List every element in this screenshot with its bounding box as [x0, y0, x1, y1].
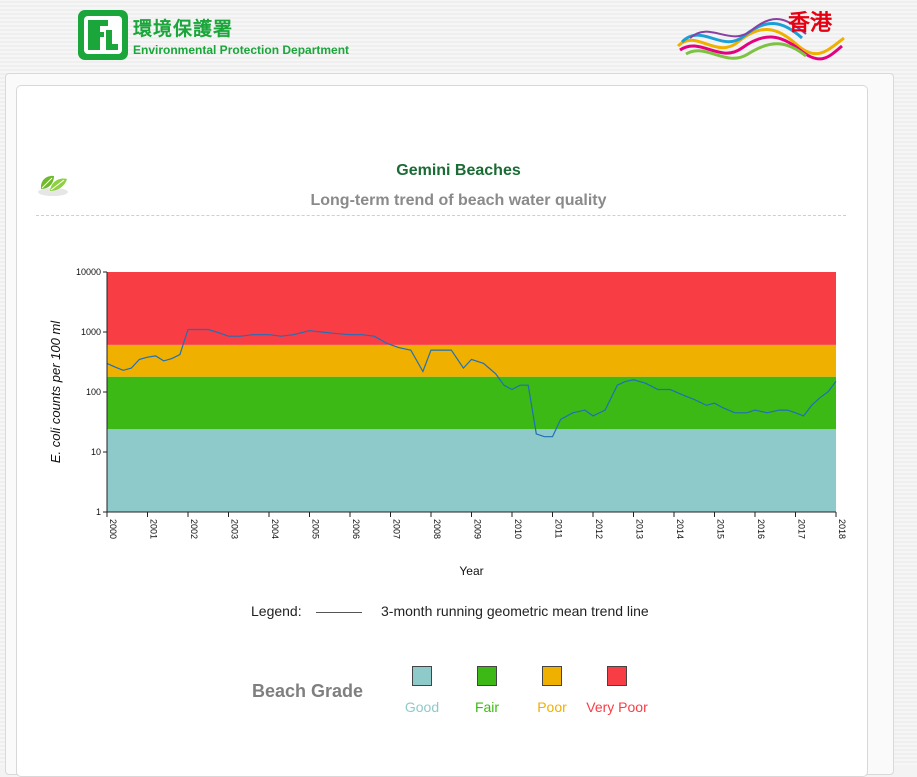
x-tick-label: 2011: [554, 519, 564, 538]
page-title: Gemini Beaches: [396, 162, 521, 179]
grade-very-poor-swatch: [607, 666, 627, 686]
x-tick-label: 2010: [513, 519, 523, 539]
x-tick-label: 2007: [392, 519, 402, 539]
x-tick-label: 2000: [108, 519, 118, 539]
org-name[interactable]: 環境保護署 Environmental Protection Departmen…: [133, 14, 349, 57]
grade-good-swatch: [412, 666, 432, 686]
legend-label: Legend:: [251, 603, 302, 619]
grade-very-poor-label: Very Poor: [586, 699, 648, 715]
x-axis-label: Year: [459, 564, 483, 578]
grade-very-poor: Very Poor: [577, 666, 657, 715]
x-tick-label: 2004: [270, 519, 280, 539]
org-name-cn: 環境保護署: [133, 19, 234, 40]
grade-fair-swatch: [477, 666, 497, 686]
grade-band-fair: [107, 376, 836, 430]
x-tick-label: 2012: [594, 519, 604, 539]
y-tick-label: 100: [86, 387, 101, 397]
x-tick-label: 2006: [351, 519, 361, 539]
page-subtitle: Long-term trend of beach water quality: [310, 192, 607, 209]
x-tick-label: 2003: [230, 519, 240, 539]
x-tick-label: 2014: [675, 519, 685, 539]
brand-hong-kong-text: 香港: [788, 11, 833, 36]
grade-band-very-poor: [107, 272, 836, 345]
chart-legend: Legend: 3-month running geometric mean t…: [0, 603, 917, 623]
org-name-en: Environmental Protection Department: [133, 43, 350, 57]
site-header: 環境保護署 Environmental Protection Departmen…: [0, 0, 917, 72]
y-axis-label: E. coli counts per 100 ml: [48, 320, 63, 463]
x-tick-label: 2002: [189, 519, 199, 539]
x-tick-label: 2018: [837, 519, 847, 539]
epd-logo-icon[interactable]: [78, 10, 128, 60]
legend-line-text: 3-month running geometric mean trend lin…: [381, 603, 649, 619]
x-tick-label: 2001: [149, 519, 159, 539]
x-tick-label: 2013: [635, 519, 645, 539]
legend-line-sample: [316, 612, 362, 613]
beach-grade-title: Beach Grade: [252, 681, 364, 701]
x-tick-label: 2015: [716, 519, 726, 539]
title-separator: [36, 215, 846, 216]
grade-band-poor: [107, 344, 836, 377]
y-tick-label: 10: [91, 447, 101, 457]
grade-poor-swatch: [542, 666, 562, 686]
x-tick-label: 2016: [756, 519, 766, 539]
x-tick-label: 2017: [797, 519, 807, 539]
x-tick-label: 2009: [473, 519, 483, 539]
trend-chart: 1 10 100 1000 10000 2000 2001 2002 2003 2004 2005 2…: [48, 267, 847, 578]
y-tick-label: 1000: [81, 327, 101, 337]
y-tick-label: 10000: [76, 267, 101, 277]
grade-band-good: [107, 429, 836, 512]
brand-hong-kong-logo[interactable]: 香港: [676, 8, 846, 64]
y-tick-label: 1: [96, 507, 101, 517]
x-tick-label: 2005: [311, 519, 321, 539]
x-tick-label: 2008: [432, 519, 442, 539]
